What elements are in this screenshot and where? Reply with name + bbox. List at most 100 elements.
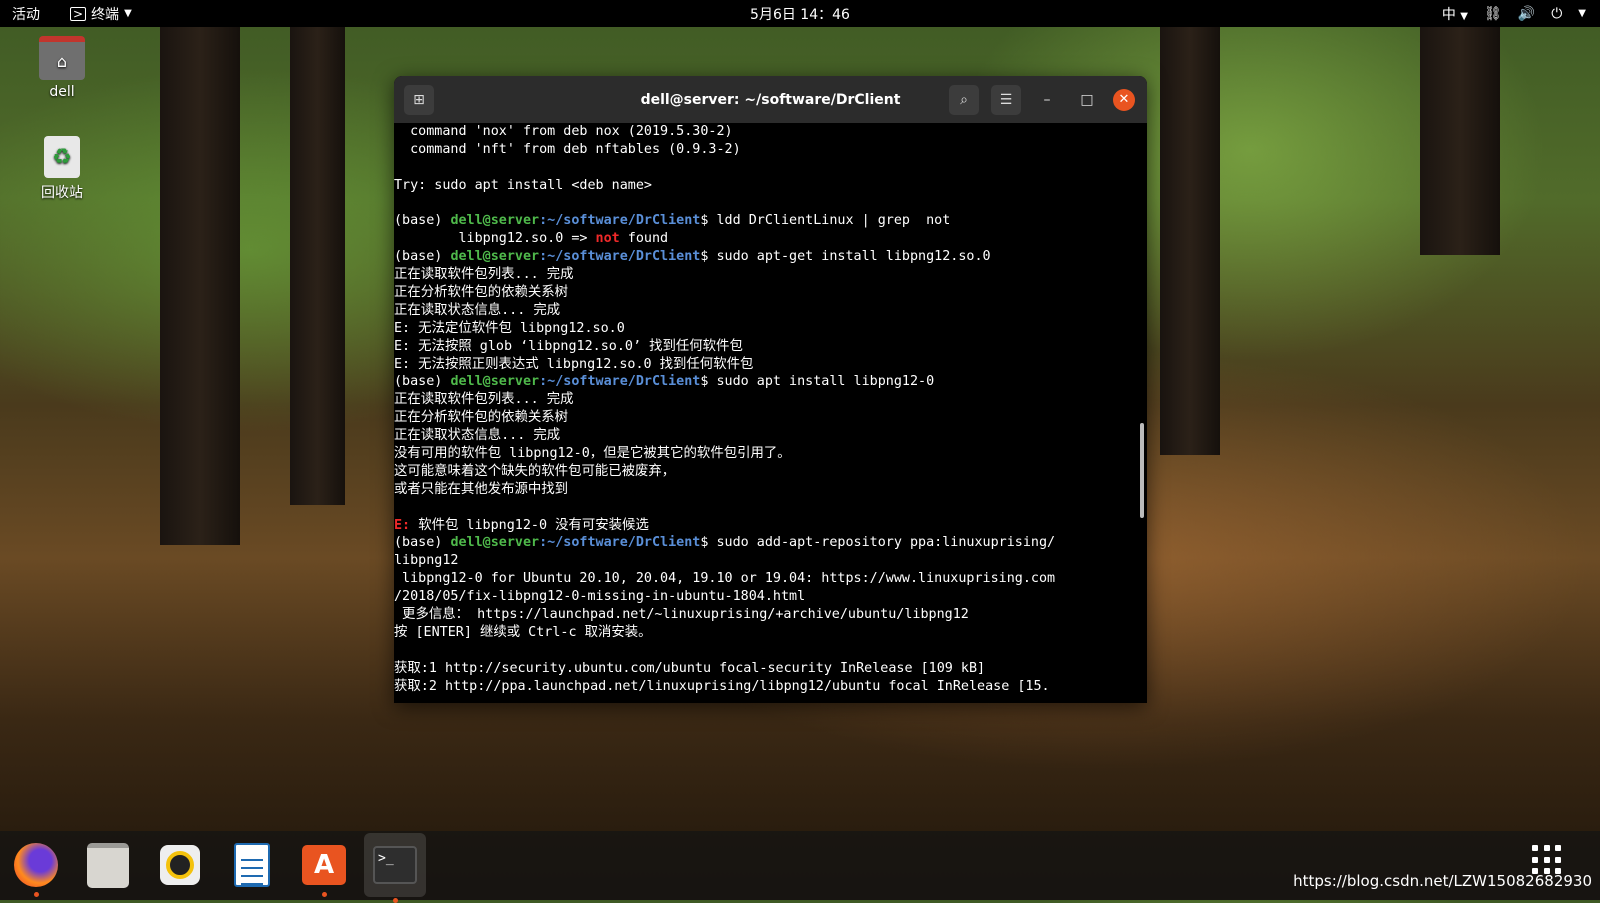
volume-icon[interactable]: 🔊 xyxy=(1518,6,1535,22)
not-highlight: not xyxy=(595,231,620,247)
power-icon[interactable]: ⏻ xyxy=(1551,6,1562,22)
error-prefix: E: xyxy=(394,517,419,533)
dock-files[interactable] xyxy=(82,839,134,891)
terminal-line: 按 [ENTER] 继续或 Ctrl-c 取消安装。 xyxy=(394,624,652,640)
writer-icon xyxy=(234,843,270,887)
system-tray: 中 ▼ ⛓ 🔊 ⏻ ▼ xyxy=(1442,4,1586,24)
prompt-path: :~/software/DrClient xyxy=(539,535,701,551)
terminal-line: 正在读取状态信息... 完成 xyxy=(394,302,561,318)
running-indicator xyxy=(393,898,398,903)
terminal-line: command 'nft' from deb nftables (0.9.3-2… xyxy=(394,141,741,157)
maximize-icon: □ xyxy=(1080,91,1094,108)
new-tab-button[interactable]: ⊞ xyxy=(404,84,434,115)
files-icon xyxy=(87,842,129,888)
command-text: $ sudo apt install libpng12-0 xyxy=(700,374,935,390)
prompt-user: dell@server xyxy=(450,374,540,390)
prompt-user: dell@server xyxy=(450,535,540,551)
chevron-down-icon: ▼ xyxy=(1460,10,1468,22)
prompt-base: (base) xyxy=(394,249,451,265)
minimize-button[interactable]: – xyxy=(1033,86,1061,114)
dock-software[interactable]: A xyxy=(298,839,350,897)
terminal-output[interactable]: command 'nox' from deb nox (2019.5.30-2)… xyxy=(394,123,1147,703)
chevron-down-icon[interactable]: ▼ xyxy=(1578,8,1586,19)
prompt-path: :~/software/DrClient xyxy=(539,249,701,265)
input-method-label: 中 xyxy=(1441,6,1456,23)
tree-trunk xyxy=(160,25,240,545)
terminal-line: 这可能意味着这个缺失的软件包可能已被废弃， xyxy=(394,463,676,479)
dock-writer[interactable] xyxy=(226,839,278,891)
terminal-line: libpng12.so.0 => not found xyxy=(394,230,1133,248)
terminal-line: Try: sudo apt install <deb name> xyxy=(394,177,652,193)
watermark-url: https://blog.csdn.net/LZW15082682930 xyxy=(1293,872,1592,890)
terminal-line: 正在读取状态信息... 完成 xyxy=(394,428,561,444)
terminal-line: command 'nox' from deb nox (2019.5.30-2) xyxy=(394,124,733,139)
network-icon[interactable]: ⛓ xyxy=(1484,6,1502,22)
terminal-icon: >_ xyxy=(373,846,417,884)
show-apps-icon[interactable] xyxy=(1532,845,1562,875)
line-segment: libpng12.so.0 => xyxy=(394,231,596,247)
trash-icon: ♻ xyxy=(44,136,80,178)
terminal-titlebar[interactable]: ⊞ dell@server: ~/software/DrClient ⌕ ☰ –… xyxy=(394,76,1147,123)
tree-trunk xyxy=(290,25,345,505)
terminal-line: 获取:1 http://security.ubuntu.com/ubuntu f… xyxy=(394,660,986,676)
dock-rhythmbox[interactable] xyxy=(154,839,206,891)
clock[interactable]: 5月6日 14：46 xyxy=(750,4,850,24)
prompt-line: (base) dell@server:~/software/DrClient$ … xyxy=(394,248,1133,266)
app-menu[interactable]: > 终端 ▼ xyxy=(70,4,132,24)
maximize-button[interactable]: □ xyxy=(1073,86,1101,114)
terminal-line: 或者只能在其他发布源中找到 xyxy=(394,481,569,497)
terminal-line: E: 无法按照正则表达式 libpng12.so.0 找到任何软件包 xyxy=(394,356,754,372)
terminal-line: 获取:2 http://ppa.launchpad.net/linuxupris… xyxy=(394,678,1050,694)
desktop-icon-label: dell xyxy=(49,84,75,100)
terminal-line: /2018/05/fix-libpng12-0-missing-in-ubunt… xyxy=(394,589,806,605)
minimize-icon: – xyxy=(1043,91,1051,108)
prompt-path: :~/software/DrClient xyxy=(539,374,701,390)
terminal-line: 正在分析软件包的依赖关系树 xyxy=(394,410,569,426)
terminal-line: E: 无法定位软件包 libpng12.so.0 xyxy=(394,320,625,336)
dock-terminal[interactable]: >_ xyxy=(364,833,426,903)
close-icon: ✕ xyxy=(1118,92,1130,107)
prompt-line: (base) dell@server:~/software/DrClient$ … xyxy=(394,534,1133,552)
terminal-line: 正在分析软件包的依赖关系树 xyxy=(394,285,569,301)
terminal-line: 更多信息： https://launchpad.net/~linuxuprisi… xyxy=(394,607,969,623)
terminal-line: libpng12 xyxy=(394,553,459,569)
prompt-base: (base) xyxy=(394,535,451,551)
firefox-icon xyxy=(14,843,58,887)
dock: A >_ https://blog.csdn.net/LZW1508268293… xyxy=(0,831,1600,903)
prompt-user: dell@server xyxy=(450,213,540,229)
terminal-line: E: 软件包 libpng12-0 没有可安装候选 xyxy=(394,517,1133,535)
desktop-icon-trash[interactable]: ♻ 回收站 xyxy=(22,136,102,202)
hamburger-icon: ☰ xyxy=(999,91,1013,108)
input-method-menu[interactable]: 中 ▼ xyxy=(1442,4,1468,24)
command-text: $ sudo add-apt-repository ppa:linuxupris… xyxy=(700,535,1056,551)
desktop-icon-label: 回收站 xyxy=(41,185,83,201)
desktop-icon-home[interactable]: ⌂ dell xyxy=(22,36,102,100)
tree-trunk xyxy=(1160,25,1220,455)
prompt-base: (base) xyxy=(394,374,451,390)
line-segment: 软件包 libpng12-0 没有可安装候选 xyxy=(418,517,649,533)
command-text: $ ldd DrClientLinux | grep not xyxy=(700,213,951,229)
terminal-small-icon: > xyxy=(70,6,87,21)
prompt-line: (base) dell@server:~/software/DrClient$ … xyxy=(394,212,1133,230)
search-icon: ⌕ xyxy=(960,91,968,108)
close-button[interactable]: ✕ xyxy=(1113,88,1135,111)
new-tab-icon: ⊞ xyxy=(413,91,425,108)
running-indicator xyxy=(322,892,327,897)
dock-firefox[interactable] xyxy=(10,839,62,897)
home-folder-icon: ⌂ xyxy=(39,36,85,80)
terminal-window[interactable]: ⊞ dell@server: ~/software/DrClient ⌕ ☰ –… xyxy=(394,76,1147,703)
tree-trunk xyxy=(1420,25,1500,255)
menu-button[interactable]: ☰ xyxy=(991,84,1021,115)
top-bar: 活动 > 终端 ▼ 5月6日 14：46 中 ▼ ⛓ 🔊 ⏻ ▼ xyxy=(0,0,1600,27)
line-segment: found xyxy=(619,231,669,247)
prompt-base: (base) xyxy=(394,213,451,229)
scrollbar[interactable] xyxy=(1140,423,1144,518)
prompt-path: :~/software/DrClient xyxy=(539,213,701,229)
activities-button[interactable]: 活动 xyxy=(12,4,40,24)
search-button[interactable]: ⌕ xyxy=(949,84,979,115)
terminal-line: 没有可用的软件包 libpng12-0，但是它被其它的软件包引用了。 xyxy=(394,446,791,462)
